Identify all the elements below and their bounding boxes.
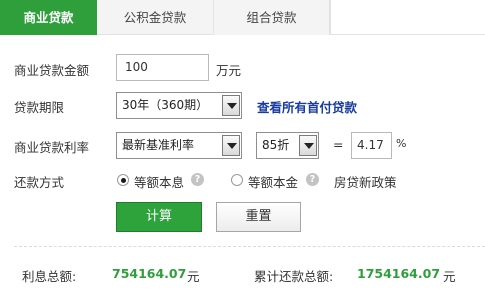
term-label: 贷款期限 bbox=[14, 100, 65, 115]
total-repayment-unit: 元 bbox=[443, 269, 456, 284]
interest-total-unit: 元 bbox=[187, 269, 200, 284]
rate-label: 商业贷款利率 bbox=[14, 140, 90, 155]
rate-discount-select[interactable]: 85折 bbox=[256, 132, 319, 159]
equals-sign: = bbox=[333, 137, 344, 152]
divider bbox=[14, 246, 485, 247]
help-icon[interactable]: ? bbox=[306, 173, 319, 186]
calculate-button[interactable]: 计算 bbox=[116, 202, 202, 232]
tab-commercial-loan[interactable]: 商业贷款 bbox=[0, 0, 97, 35]
rate-type-select[interactable]: 最新基准利率 bbox=[116, 132, 242, 159]
tab-combined-loan[interactable]: 组合贷款 bbox=[214, 0, 330, 35]
radio-equal-installment[interactable] bbox=[117, 174, 129, 186]
amount-input[interactable]: 100 bbox=[116, 54, 209, 81]
repayment-label: 还款方式 bbox=[14, 175, 65, 190]
radio-equal-principal[interactable] bbox=[231, 174, 243, 186]
total-repayment-label: 累计还款总额: bbox=[254, 269, 334, 284]
term-select-value: 30年（360期） bbox=[122, 98, 209, 112]
interest-total-value: 754164.07 bbox=[112, 266, 187, 281]
interest-total-label: 利息总额: bbox=[22, 269, 77, 284]
reset-button[interactable]: 重置 bbox=[216, 202, 301, 232]
loan-type-tabs: 商业贷款 公积金贷款 组合贷款 bbox=[0, 0, 485, 35]
tab-provident-fund-loan[interactable]: 公积金贷款 bbox=[97, 0, 214, 35]
view-down-payment-link[interactable]: 查看所有首付贷款 bbox=[257, 97, 357, 116]
rate-result-input[interactable]: 4.17 bbox=[351, 132, 392, 159]
equal-installment-label[interactable]: 等额本息 bbox=[134, 172, 184, 191]
amount-unit: 万元 bbox=[216, 63, 242, 78]
term-select[interactable]: 30年（360期） bbox=[116, 92, 242, 119]
equal-principal-label[interactable]: 等额本金 bbox=[248, 172, 298, 191]
amount-label: 商业贷款金额 bbox=[14, 63, 90, 78]
tab-bar-filler bbox=[330, 0, 485, 35]
rate-type-value: 最新基准利率 bbox=[122, 138, 195, 152]
rate-discount-value: 85折 bbox=[262, 138, 290, 152]
chevron-down-icon[interactable] bbox=[222, 135, 240, 156]
help-icon[interactable]: ? bbox=[191, 173, 204, 186]
chevron-down-icon[interactable] bbox=[299, 135, 317, 156]
total-repayment-value: 1754164.07 bbox=[357, 266, 441, 281]
chevron-down-icon[interactable] bbox=[222, 95, 240, 116]
mortgage-policy-link[interactable]: 房贷新政策 bbox=[334, 172, 397, 191]
percent-sign: % bbox=[396, 137, 407, 150]
